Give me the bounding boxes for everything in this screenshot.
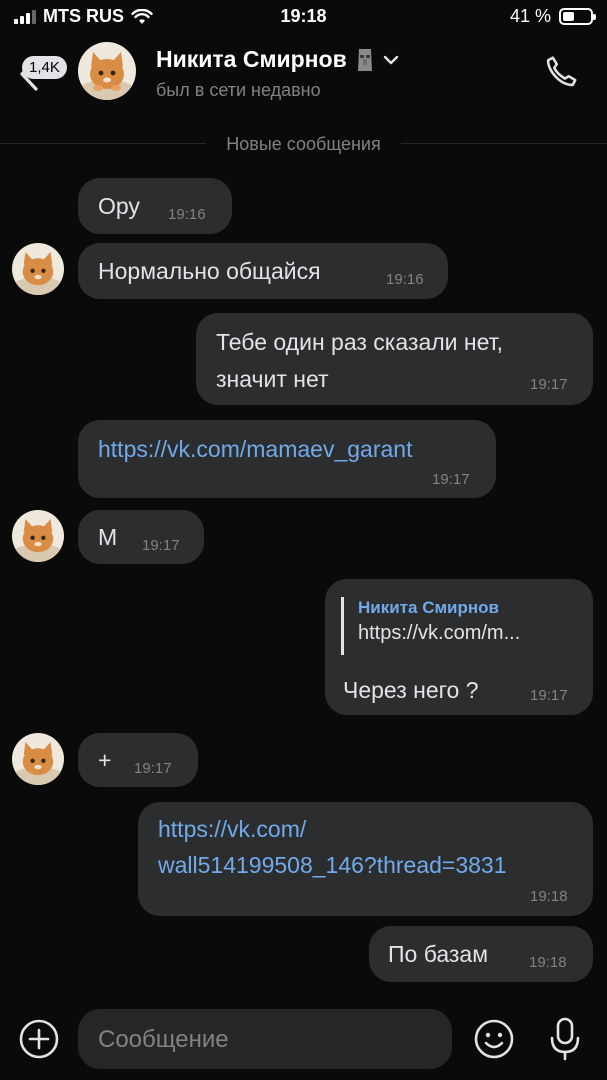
message-text: По базам — [388, 941, 489, 967]
message-bubble[interactable]: По базам 19:18 — [369, 926, 593, 982]
sender-avatar[interactable] — [12, 510, 64, 562]
new-messages-divider: Новые сообщения — [0, 134, 607, 155]
message-link[interactable]: https://vk.com/mamaev_garant — [98, 436, 412, 463]
message-text-line2: значит нет — [216, 366, 329, 392]
microphone-icon[interactable] — [548, 1016, 582, 1062]
message-text: Ору — [98, 193, 140, 219]
message-input[interactable]: Сообщение — [78, 1009, 452, 1069]
message-text-line1: Тебе один раз сказали нет, — [216, 329, 503, 355]
message-time: 19:16 — [386, 271, 424, 288]
message-bubble[interactable]: Нормально общайся 19:16 — [78, 243, 448, 299]
last-seen-status: был в сети недавно — [156, 80, 321, 100]
phone-icon[interactable] — [543, 54, 579, 90]
message-time: 19:17 — [530, 376, 568, 393]
cat-avatar-image — [12, 243, 64, 295]
chevron-down-icon[interactable] — [383, 55, 399, 65]
contact-name-row[interactable]: Никита Смирнов — [156, 46, 399, 73]
battery-percent: 41 % — [509, 6, 551, 26]
message-time: 19:18 — [529, 954, 567, 971]
cat-avatar-image — [12, 733, 64, 785]
message-link-line2[interactable]: wall514199508_146?thread=3831 — [158, 852, 507, 879]
message-time: 19:17 — [530, 687, 568, 704]
message-time: 19:17 — [432, 471, 470, 488]
reply-quote[interactable]: Никита Смирнов https://vk.com/m... — [341, 597, 577, 655]
cat-avatar-image — [78, 42, 136, 100]
message-bubble[interactable]: М 19:17 — [78, 510, 204, 564]
cat-avatar-image — [12, 510, 64, 562]
message-link-line1[interactable]: https://vk.com/ — [158, 816, 306, 843]
sender-avatar[interactable] — [12, 733, 64, 785]
sender-avatar[interactable] — [12, 243, 64, 295]
message-text: + — [98, 747, 112, 773]
composer-bar: Сообщение — [0, 1000, 607, 1080]
message-text: Нормально общайся — [98, 258, 321, 284]
message-time: 19:18 — [530, 888, 568, 905]
moai-emoji-icon — [357, 48, 372, 71]
smiley-icon[interactable] — [473, 1018, 515, 1060]
status-bar: MTS RUS 19:18 41 % — [0, 0, 607, 34]
plus-circle-icon[interactable] — [18, 1018, 60, 1060]
message-bubble[interactable]: https://vk.com/mamaev_garant 19:17 — [78, 420, 496, 498]
chat-header: 1,4K Никита Смирнов был в сети недавно — [0, 34, 607, 116]
back-button[interactable]: 1,4K — [10, 44, 80, 104]
status-right: 41 % — [509, 6, 596, 27]
battery-level — [563, 12, 574, 21]
message-text: Через него ? — [343, 677, 479, 703]
message-bubble[interactable]: Ору 19:16 — [78, 178, 232, 234]
message-bubble[interactable]: Тебе один раз сказали нет, значит нет 19… — [196, 313, 593, 405]
unread-badge: 1,4K — [22, 56, 67, 79]
message-bubble[interactable]: https://vk.com/ wall514199508_146?thread… — [138, 802, 593, 916]
message-time: 19:16 — [168, 206, 206, 223]
battery-icon — [559, 8, 596, 25]
message-bubble[interactable]: Никита Смирнов https://vk.com/m... Через… — [325, 579, 593, 715]
avatar[interactable] — [78, 42, 136, 100]
reply-author: Никита Смирнов — [358, 598, 499, 617]
contact-name: Никита Смирнов — [156, 46, 347, 72]
message-bubble[interactable]: + 19:17 — [78, 733, 198, 787]
new-messages-label: Новые сообщения — [206, 134, 401, 154]
message-time: 19:17 — [142, 537, 180, 554]
message-text: М — [98, 524, 118, 550]
message-time: 19:17 — [134, 760, 172, 777]
reply-text: https://vk.com/m... — [358, 622, 521, 644]
